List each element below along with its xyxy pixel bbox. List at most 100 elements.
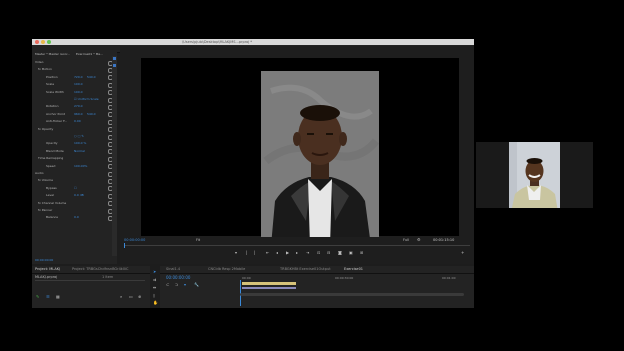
comparison-view-icon[interactable]: ▣ [349,250,353,255]
go-to-out-icon[interactable]: ⇥ [306,250,309,255]
fx-row-label: Video [35,60,44,64]
tab-sequence-1[interactable]: Sinal1.4 [166,266,180,273]
fx-row-label: Level [46,193,54,198]
quality-dropdown[interactable]: Full [403,238,409,242]
timeline-panel: Sinal1.4 CNCldb Resp 2Mobile TRBGKHBt Ex… [160,266,474,308]
video-canvas [141,58,459,237]
icon-view-icon[interactable]: ▦ [56,294,60,299]
fx-row: Scale 100.0 [32,82,117,88]
person-video-image [261,71,379,237]
playhead-icon[interactable] [124,243,125,248]
tab-sequence-3[interactable]: TRBGKHBt Exercise01Output [280,266,331,273]
fx-row: ☑ Uniform Scale [32,97,117,103]
fx-row-label: Position [46,74,58,79]
fx-row-label: fx Motion [38,67,52,72]
minimize-icon[interactable] [41,40,45,44]
timeline-timecode[interactable]: 00:00:00:00 [166,275,190,280]
fx-row-value[interactable]: 100.0 [74,82,83,87]
project-tab-strip: Project: MLAKJ Project: TRBGsChdfnsnBGr4… [32,266,158,274]
fx-row-value[interactable]: 100.00% [74,164,87,169]
zoom-icon[interactable] [47,40,51,44]
track-select-tool-icon[interactable]: ⇉ [153,277,156,282]
program-timecode-in[interactable]: 00:00:00:00 [124,238,145,242]
find-icon[interactable]: ⌕ [120,294,122,299]
extract-icon[interactable]: ⊟ [327,250,330,255]
snap-icon[interactable]: ⊂ [166,282,169,287]
program-timecode-out[interactable]: 00:01:15:10 [433,238,454,242]
fx-row-value[interactable]: Normal [74,149,85,154]
fx-row-label: fx Channel Volume [38,200,67,205]
fx-row-value[interactable]: 0.0 dB [74,193,84,198]
fx-row: fx Opacity [32,126,117,133]
keyframe-icon[interactable] [113,64,116,67]
fx-row-value[interactable]: ○ □ ✎ [74,134,84,139]
close-icon[interactable] [35,40,39,44]
pencil-icon[interactable]: ✎ [36,294,39,299]
fx-row: Time Remapping [32,156,117,162]
razor-tool-icon[interactable]: ◊ [153,293,155,298]
premiere-window: \Users\pjulo\Desktop\MLAKJMS...prproj * … [32,39,474,308]
mark-out-icon[interactable]: | [246,250,247,255]
hand-tool-icon[interactable]: ✋ [153,300,158,305]
add-marker-icon[interactable]: ▾ [184,282,186,287]
fx-row-value[interactable]: 0.0 [74,215,79,220]
fx-row-value[interactable]: 720.0 [74,75,83,80]
vr-view-icon[interactable]: ⊞ [360,250,363,255]
timeline-tab-strip: Sinal1.4 CNCldb Resp 2Mobile TRBGKHBt Ex… [160,266,474,274]
ripple-edit-tool-icon[interactable]: ⇹ [153,285,156,290]
fx-timecode[interactable]: 00:00:00:00 [35,258,53,262]
wrench-icon[interactable]: 🔧 [194,282,199,287]
fit-dropdown[interactable]: Fit [196,238,200,242]
tab-project-mlakj[interactable]: Project: MLAKJ [35,266,60,273]
fx-row-label: Rotation [46,104,59,109]
fx-row: Scale Width 100.0 [32,90,117,96]
fx-row-value[interactable]: ☐ [74,186,77,191]
timeline-scrollbar[interactable] [240,293,464,296]
fx-row-value[interactable]: 960.0 [74,112,83,117]
fx-row-value[interactable]: 0.00 [74,119,81,124]
export-frame-icon[interactable]: ◙ [338,250,342,255]
settings-icon[interactable]: ⚙ [417,237,421,242]
fx-row-label: Blend Mode [46,148,64,153]
tab-sequence-2[interactable]: CNCldb Resp 2Mobile [208,266,245,273]
new-bin-icon[interactable]: ▭ [129,294,133,299]
keyframe-icon[interactable] [113,57,116,60]
mark-icon[interactable]: | [254,250,255,255]
tab-sequence-exercise01[interactable]: Exercise01 [344,266,363,273]
linked-selection-icon[interactable]: ⊃ [175,282,178,287]
step-forward-icon[interactable]: ▸ [296,250,298,255]
monitor-controls: 00:00:00:00 Fit Full ⚙ 00:01:15:10 ▾ | |… [120,237,474,264]
add-button-icon[interactable]: + [461,250,464,255]
ruler-mark-start: 00:00 [242,276,251,280]
work-area-bar[interactable] [242,282,296,285]
fx-row: ○ □ ✎ [32,134,117,140]
go-to-in-icon[interactable]: ⇤ [266,250,269,255]
scrubber-track[interactable] [124,245,470,246]
fx-row: Anchor Point 960.0 540.0 [32,111,117,118]
fx-row-label: Anchor Point [46,111,65,116]
fx-row: Anti-flicker F... 0.00 [32,119,117,125]
fx-header: Master * Master recor... Exercise01 * Ma… [32,52,117,57]
fx-row-label: fx Opacity [38,126,54,131]
project-panel: Project: MLAKJ Project: TRBGsChdfnsnBGr4… [32,266,158,308]
play-icon[interactable]: ▶ [286,250,289,255]
list-view-icon[interactable]: ☰ [46,294,50,299]
selection-tool-icon[interactable]: ➤ [153,269,156,274]
fx-row-value-2[interactable]: 540.0 [87,112,96,117]
fx-master-label[interactable]: Master * Master recor... [35,52,70,57]
fx-row-value-2[interactable]: 540.0 [87,75,96,80]
fx-row: Position 720.0 540.0 [32,74,117,81]
fx-row-value[interactable]: 100.0 [74,90,83,95]
video-clip[interactable] [242,287,296,289]
step-back-icon[interactable]: ◂ [276,250,278,255]
fx-row-value[interactable]: 100.0 % [74,141,86,146]
tab-project-other[interactable]: Project: TRBGsChdfnsnBGr4k0iC [72,266,128,273]
fx-row-value[interactable]: ☑ Uniform Scale [74,97,99,102]
lift-icon[interactable]: ⊡ [317,250,320,255]
fx-row-label: fx Panner [38,208,53,212]
fx-keyframe-strip [112,56,117,256]
new-item-icon[interactable]: ⊕ [138,294,141,299]
fx-row-value[interactable]: 270.0 [74,104,83,109]
fx-clip-label[interactable]: Exercise01 * Ma... [76,52,103,57]
mark-in-icon[interactable]: ▾ [235,250,237,255]
